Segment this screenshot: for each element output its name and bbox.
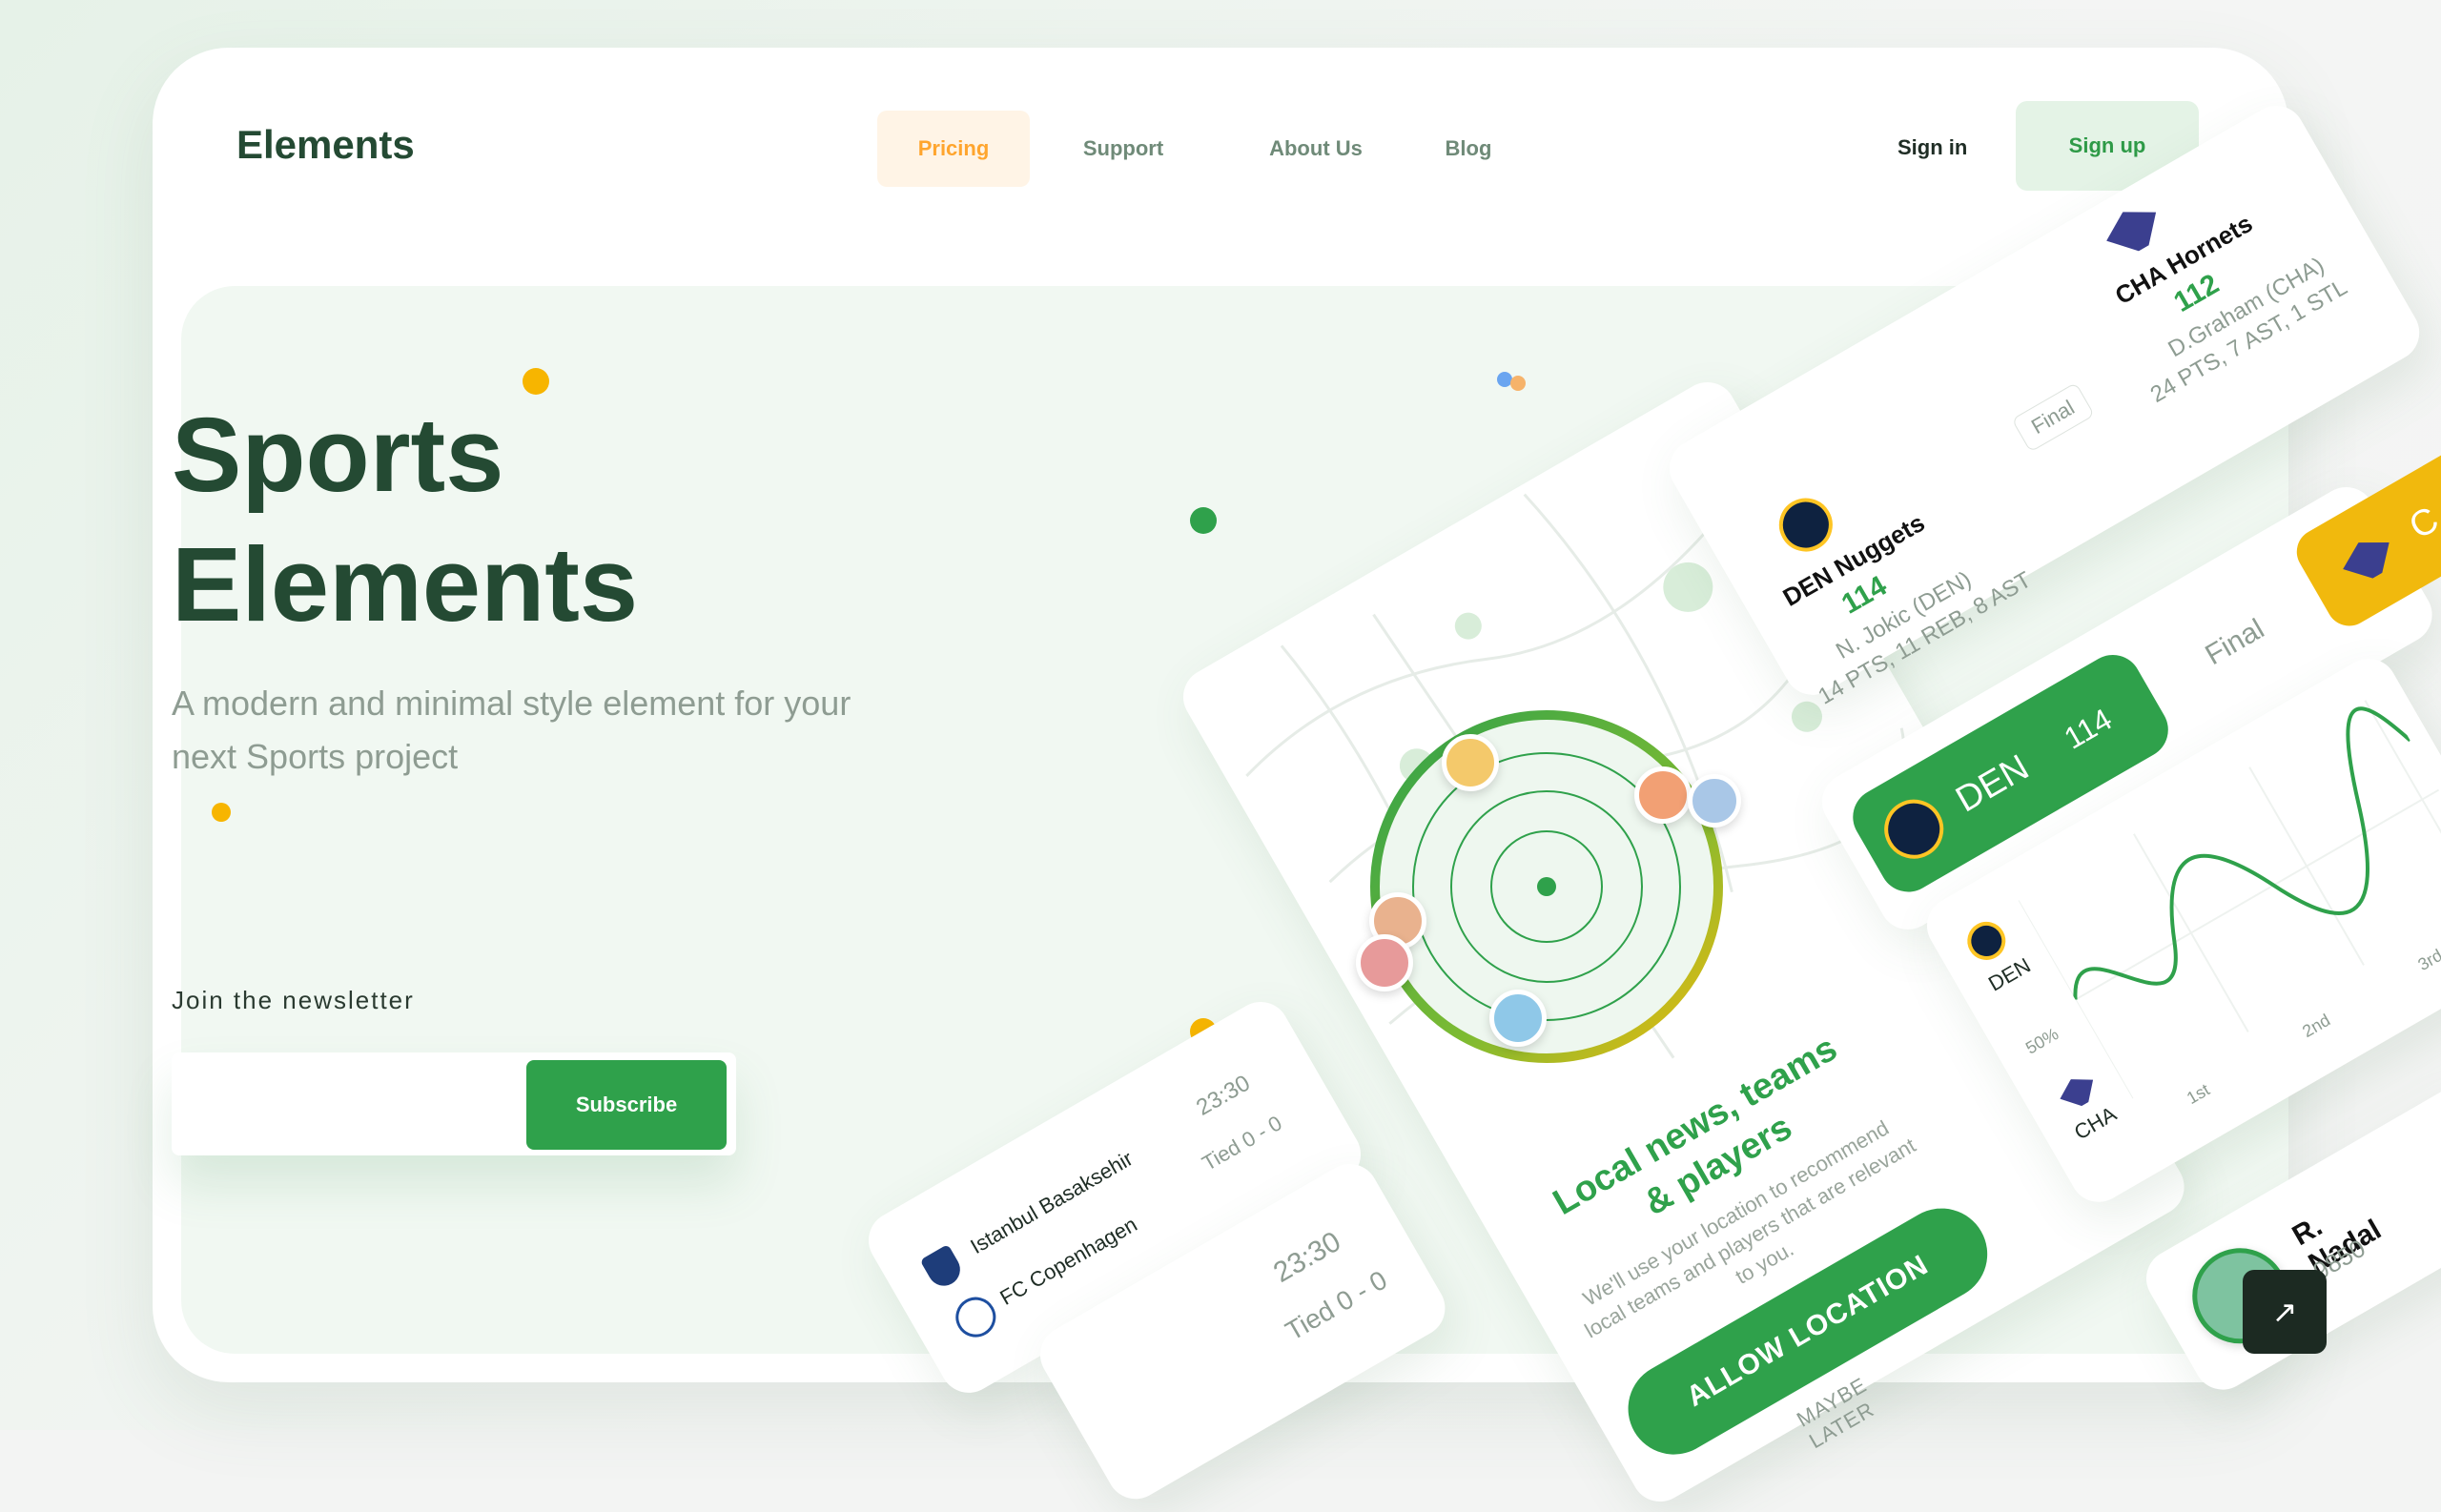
- newsletter-label: Join the newsletter: [172, 986, 415, 1014]
- open-external-button[interactable]: ↗: [2243, 1270, 2327, 1354]
- user-avatar[interactable]: [1356, 934, 1413, 991]
- hero-title-line-2: Elements: [172, 526, 639, 644]
- hero-title: Sports Elements: [172, 391, 638, 650]
- score-pill-team: DEN: [1949, 746, 2036, 820]
- arrow-up-right-icon: ↗: [2271, 1295, 2298, 1329]
- team-crest-icon: [948, 1289, 1004, 1345]
- nav-item-pricing[interactable]: Pricing: [877, 111, 1030, 187]
- score-pill-score: 114: [2058, 701, 2118, 756]
- hero-subtitle: A modern and minimal style element for y…: [172, 684, 851, 776]
- nav-item-about-us[interactable]: About Us: [1217, 111, 1415, 187]
- match-time: 23:30: [1268, 1225, 1346, 1289]
- next-game-team: C: [2402, 499, 2441, 548]
- nav-item-support[interactable]: Support: [1030, 111, 1217, 187]
- user-avatar[interactable]: [1489, 990, 1547, 1047]
- decor-dot-green: [1190, 507, 1217, 534]
- user-avatar[interactable]: [1442, 734, 1499, 791]
- top-nav: Pricing Support About Us Blog: [877, 111, 1522, 187]
- user-avatar[interactable]: [1688, 774, 1741, 828]
- match-time: 23:30: [1192, 1070, 1255, 1121]
- brand-logo[interactable]: Elements: [236, 122, 415, 168]
- location-radar: [1370, 710, 1723, 1063]
- subscribe-button[interactable]: Subscribe: [526, 1060, 727, 1150]
- hornets-logo-icon: [2098, 197, 2168, 262]
- newsletter-email-input[interactable]: [172, 1052, 515, 1155]
- decor-dot-yellow: [212, 803, 231, 822]
- hero-title-line-1: Sports: [172, 397, 504, 514]
- newsletter-form: Subscribe: [172, 1052, 736, 1155]
- game-status-badge: Final: [2011, 382, 2095, 453]
- nuggets-logo-icon: [1873, 788, 1955, 870]
- hornets-logo-icon: [2335, 529, 2400, 589]
- team-crest-icon: [919, 1243, 967, 1292]
- decor-dot-orange: [1510, 376, 1526, 391]
- user-avatar[interactable]: [1634, 766, 1692, 824]
- sign-in-link[interactable]: Sign in: [1897, 135, 1967, 160]
- nuggets-logo-icon: [1769, 488, 1843, 562]
- match-status: Tied 0 - 0: [1198, 1111, 1286, 1175]
- nav-item-blog[interactable]: Blog: [1415, 111, 1522, 187]
